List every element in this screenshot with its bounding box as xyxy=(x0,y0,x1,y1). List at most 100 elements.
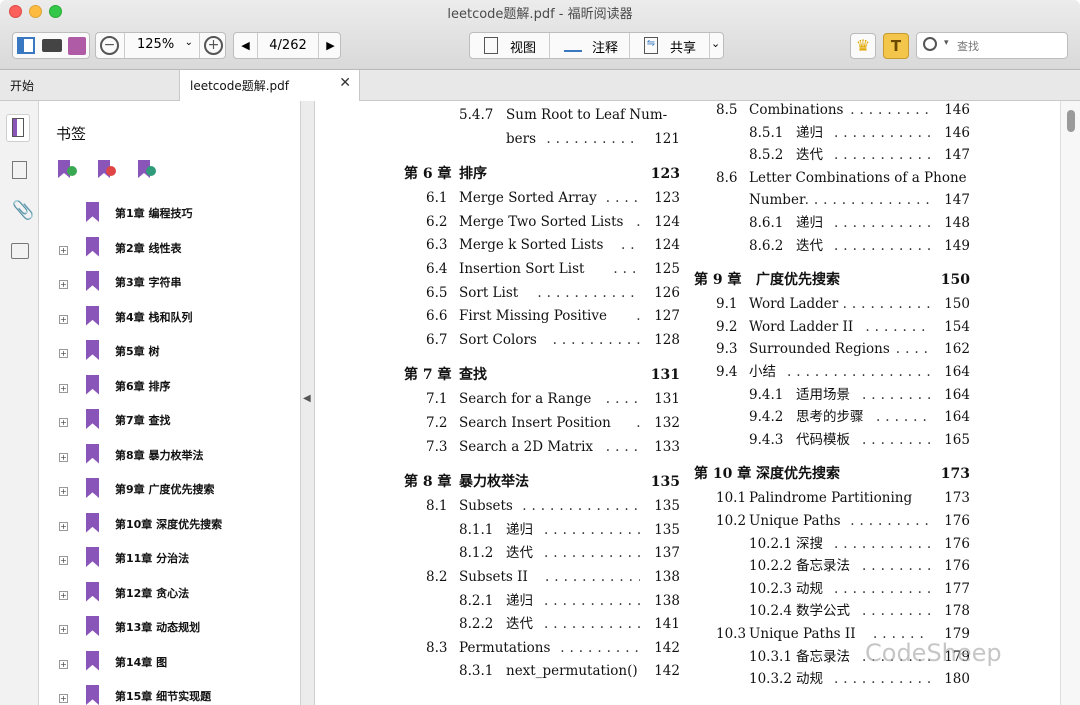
toc-entry[interactable]: 7.2 Search Insert Position...............… xyxy=(404,413,680,433)
page-number-input[interactable]: 4/262 xyxy=(258,33,318,58)
expand-toggle-icon[interactable]: + xyxy=(59,694,68,703)
toc-entry[interactable]: bers....................................… xyxy=(404,129,680,149)
toc-entry[interactable]: 10.2.2备忘录法..............................… xyxy=(694,556,970,576)
tab-document[interactable]: leetcode题解.pdf ✕ xyxy=(180,70,360,101)
panel-splitter[interactable]: ◀ xyxy=(300,101,315,705)
previous-page-button[interactable]: ◀ xyxy=(234,33,258,58)
typewriter-icon[interactable]: T xyxy=(883,33,909,59)
toc-entry[interactable]: 9.1 Word Ladder..........................… xyxy=(694,294,970,314)
toc-entry[interactable]: 8.1.2 迭代.................................… xyxy=(404,543,680,563)
toc-entry[interactable]: 6.2 Merge Two Sorted Lists...............… xyxy=(404,212,680,232)
toc-chapter[interactable]: 第 7 章查找 131 xyxy=(404,365,680,385)
bookmark-item[interactable]: + 第11章 分治法 xyxy=(39,547,300,573)
toc-entry[interactable]: 9.4.2 思考的步骤..............................… xyxy=(694,407,970,427)
share-button[interactable]: ⇋ 共享 xyxy=(630,33,710,58)
bookmarks-panel-icon[interactable] xyxy=(6,114,30,142)
toc-entry[interactable]: 8.6.1 递归.................................… xyxy=(694,213,970,233)
expand-toggle-icon[interactable]: + xyxy=(59,487,68,496)
toc-entry[interactable]: 8.1.1 递归.................................… xyxy=(404,520,680,540)
bookmark-item[interactable]: + 第14章 图 xyxy=(39,650,300,677)
bookmark-item[interactable]: + 第6章 排序 xyxy=(39,374,300,401)
toc-entry[interactable]: 8.5.1 递归.................................… xyxy=(694,123,970,143)
expand-toggle-icon[interactable]: + xyxy=(59,452,68,462)
expand-toggle-icon[interactable]: + xyxy=(59,659,68,669)
toc-entry[interactable]: 8.3.1next_permutation().................… xyxy=(404,661,680,681)
toc-entry[interactable]: 10.1Palindrome Partitioning.............… xyxy=(694,488,970,508)
toc-entry[interactable]: 9.4.1 适用场景...............................… xyxy=(694,385,970,405)
close-tab-icon[interactable]: ✕ xyxy=(339,75,351,91)
print-icon[interactable] xyxy=(42,39,62,52)
expand-toggle-icon[interactable]: + xyxy=(59,314,68,324)
bookmark-item[interactable]: + 第4章 栈和队列 xyxy=(39,305,300,332)
bookmark-item[interactable]: + 第10章 深度优先搜索 xyxy=(39,512,300,539)
toc-entry[interactable]: Number..................................… xyxy=(694,190,970,210)
bookmark-item[interactable]: + 第3章 字符串 xyxy=(39,271,300,297)
bookmark-item[interactable]: 第1章 编程技巧 xyxy=(39,202,300,228)
collapse-arrow-icon[interactable]: ◀ xyxy=(303,393,311,404)
toc-entry[interactable]: 6.6 First Missing Positive...............… xyxy=(404,306,680,326)
toc-entry[interactable]: 7.3 Search a 2D Matrix...................… xyxy=(404,437,680,457)
toc-entry[interactable]: 9.3 Surrounded Regions...................… xyxy=(694,339,970,359)
more-chevron-icon[interactable]: ⌄ xyxy=(711,37,720,50)
expand-toggle-icon[interactable]: + xyxy=(59,349,68,358)
search-field[interactable]: ▾ 查找 xyxy=(916,32,1068,59)
tab-start[interactable]: 开始 xyxy=(0,70,180,101)
toc-entry[interactable]: 8.2.2 迭代.................................… xyxy=(404,614,680,634)
toc-entry[interactable]: 10.2.4数学公式..............................… xyxy=(694,601,970,621)
expand-toggle-icon[interactable]: + xyxy=(59,383,68,393)
expand-toggle-icon[interactable]: + xyxy=(59,556,68,565)
crown-icon[interactable]: ♛ xyxy=(850,33,876,59)
bookmark-item[interactable]: + 第7章 查找 xyxy=(39,409,300,435)
toc-entry[interactable]: 6.3 Merge k Sorted Lists.................… xyxy=(404,235,680,255)
zoom-level-select[interactable]: 125% ⌄ xyxy=(124,33,200,58)
bookmark-item[interactable]: + 第8章 暴力枚举法 xyxy=(39,443,300,470)
expand-toggle-icon[interactable]: + xyxy=(59,625,68,634)
annotate-button[interactable]: 注释 xyxy=(550,33,630,58)
toc-entry[interactable]: 5.4.7 Sum Root to Leaf Num- xyxy=(404,105,680,125)
toc-entry[interactable]: 8.1 Subsets..............................… xyxy=(404,496,680,516)
bookmark-item[interactable]: + 第12章 贪心法 xyxy=(39,581,300,608)
expand-toggle-icon[interactable]: + xyxy=(59,418,68,427)
pages-panel-icon[interactable] xyxy=(12,161,27,179)
toc-entry[interactable]: 6.1 Merge Sorted Array...................… xyxy=(404,188,680,208)
attachments-icon[interactable]: 📎 xyxy=(12,200,34,221)
next-page-button[interactable]: ▶ xyxy=(318,33,342,58)
toc-entry[interactable]: 10.3.2动规................................… xyxy=(694,669,970,689)
toc-entry[interactable]: 8.2.1 递归.................................… xyxy=(404,591,680,611)
expand-toggle-icon[interactable]: + xyxy=(59,245,68,255)
bookmark-item[interactable]: + 第13章 动态规划 xyxy=(39,616,300,642)
toc-entry[interactable]: 8.2 Subsets II...........................… xyxy=(404,567,680,587)
toc-entry[interactable]: 9.4 小结...................................… xyxy=(694,362,970,382)
toc-entry[interactable]: 8.5.2 迭代.................................… xyxy=(694,145,970,165)
scrollbar-thumb[interactable] xyxy=(1067,110,1075,132)
view-button[interactable]: 视图 xyxy=(470,33,550,58)
expand-toggle-icon[interactable]: + xyxy=(59,590,68,600)
toc-entry[interactable]: 10.2Unique Paths........................… xyxy=(694,511,970,531)
bookmark-item[interactable]: + 第9章 广度优先搜索 xyxy=(39,478,300,504)
toc-entry[interactable]: 7.1 Search for a Range...................… xyxy=(404,389,680,409)
zoom-out-icon[interactable]: − xyxy=(100,36,119,55)
vertical-scrollbar[interactable] xyxy=(1060,101,1080,705)
toc-entry[interactable]: 6.5 Sort List............................… xyxy=(404,283,680,303)
toc-entry[interactable]: 8.3 Permutations.........................… xyxy=(404,638,680,658)
expand-toggle-icon[interactable]: + xyxy=(59,280,68,289)
toc-entry[interactable]: 8.5 Combinations.........................… xyxy=(694,100,970,120)
comments-panel-icon[interactable] xyxy=(11,243,29,259)
toc-entry[interactable]: 9.2 Word Ladder II.......................… xyxy=(694,317,970,337)
toc-entry[interactable]: 8.6.2 迭代.................................… xyxy=(694,236,970,256)
toc-chapter[interactable]: 第 9 章广度优先搜索 150 xyxy=(694,270,970,290)
zoom-in-icon[interactable]: + xyxy=(204,36,223,55)
save-icon[interactable] xyxy=(68,37,86,55)
toc-entry[interactable]: 6.7 Sort Colors..........................… xyxy=(404,330,680,350)
expand-toggle-icon[interactable]: + xyxy=(59,521,68,531)
bookmark-item[interactable]: + 第2章 线性表 xyxy=(39,236,300,263)
bookmark-item[interactable]: + 第5章 树 xyxy=(39,340,300,366)
toc-entry[interactable]: 9.4.3 代码模板...............................… xyxy=(694,430,970,450)
toc-chapter[interactable]: 第 10 章深度优先搜索 173 xyxy=(694,464,970,484)
toc-entry[interactable]: 8.6 Letter Combinations of a Phone xyxy=(694,168,970,188)
toc-chapter[interactable]: 第 6 章排序 123 xyxy=(404,164,680,184)
toc-chapter[interactable]: 第 8 章暴力枚举法 135 xyxy=(404,472,680,492)
toc-entry[interactable]: 10.2.1深搜................................… xyxy=(694,534,970,554)
toc-entry[interactable]: 6.4 Insertion Sort List..................… xyxy=(404,259,680,279)
toc-entry[interactable]: 10.2.3动规................................… xyxy=(694,579,970,599)
